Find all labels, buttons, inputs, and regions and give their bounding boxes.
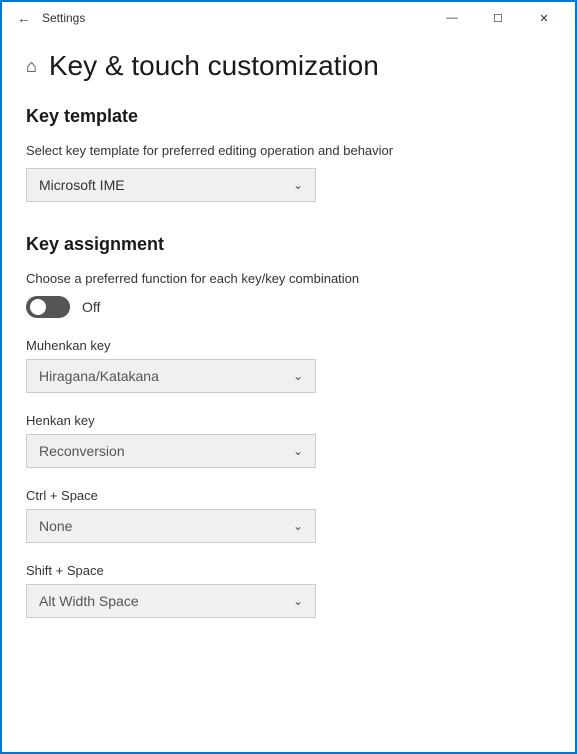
key-assignment-section-title: Key assignment — [26, 234, 551, 255]
key-template-selected: Microsoft IME — [39, 177, 125, 193]
henkan-value: Reconversion — [39, 443, 125, 459]
muhenkan-field-group: Muhenkan key Hiragana/Katakana ⌄ — [26, 338, 551, 393]
toggle-knob — [30, 299, 46, 315]
key-assignment-toggle[interactable] — [26, 296, 70, 318]
shift-space-field-group: Shift + Space Alt Width Space ⌄ — [26, 563, 551, 618]
toggle-row: Off — [26, 296, 551, 318]
henkan-dropdown[interactable]: Reconversion ⌄ — [26, 434, 316, 468]
henkan-arrow: ⌄ — [293, 444, 303, 458]
key-template-arrow: ⌄ — [293, 178, 303, 192]
key-assignment-description: Choose a preferred function for each key… — [26, 271, 551, 286]
muhenkan-arrow: ⌄ — [293, 369, 303, 383]
shift-space-dropdown[interactable]: Alt Width Space ⌄ — [26, 584, 316, 618]
ctrl-space-arrow: ⌄ — [293, 519, 303, 533]
page-title: Key & touch customization — [49, 50, 379, 82]
shift-space-value: Alt Width Space — [39, 593, 139, 609]
key-template-section: Key template Select key template for pre… — [26, 106, 551, 202]
content-area: ⌂ Key & touch customization Key template… — [2, 34, 575, 752]
home-icon: ⌂ — [26, 56, 37, 77]
ctrl-space-dropdown[interactable]: None ⌄ — [26, 509, 316, 543]
key-assignment-section: Key assignment Choose a preferred functi… — [26, 234, 551, 618]
title-bar: ← Settings — ☐ ✕ — [2, 2, 575, 34]
key-template-section-title: Key template — [26, 106, 551, 127]
shift-space-arrow: ⌄ — [293, 594, 303, 608]
muhenkan-dropdown[interactable]: Hiragana/Katakana ⌄ — [26, 359, 316, 393]
settings-window: ← Settings — ☐ ✕ ⌂ Key & touch customiza… — [0, 0, 577, 754]
title-bar-title: Settings — [38, 11, 429, 25]
close-button[interactable]: ✕ — [521, 2, 567, 34]
muhenkan-label: Muhenkan key — [26, 338, 551, 353]
shift-space-label: Shift + Space — [26, 563, 551, 578]
window-controls: — ☐ ✕ — [429, 2, 567, 34]
ctrl-space-label: Ctrl + Space — [26, 488, 551, 503]
maximize-button[interactable]: ☐ — [475, 2, 521, 34]
key-template-dropdown[interactable]: Microsoft IME ⌄ — [26, 168, 316, 202]
henkan-field-group: Henkan key Reconversion ⌄ — [26, 413, 551, 468]
toggle-label: Off — [82, 299, 100, 315]
back-button[interactable]: ← — [10, 4, 38, 32]
key-template-description: Select key template for preferred editin… — [26, 143, 551, 158]
muhenkan-value: Hiragana/Katakana — [39, 368, 159, 384]
minimize-button[interactable]: — — [429, 2, 475, 34]
henkan-label: Henkan key — [26, 413, 551, 428]
ctrl-space-field-group: Ctrl + Space None ⌄ — [26, 488, 551, 543]
ctrl-space-value: None — [39, 518, 72, 534]
page-header: ⌂ Key & touch customization — [26, 50, 551, 82]
